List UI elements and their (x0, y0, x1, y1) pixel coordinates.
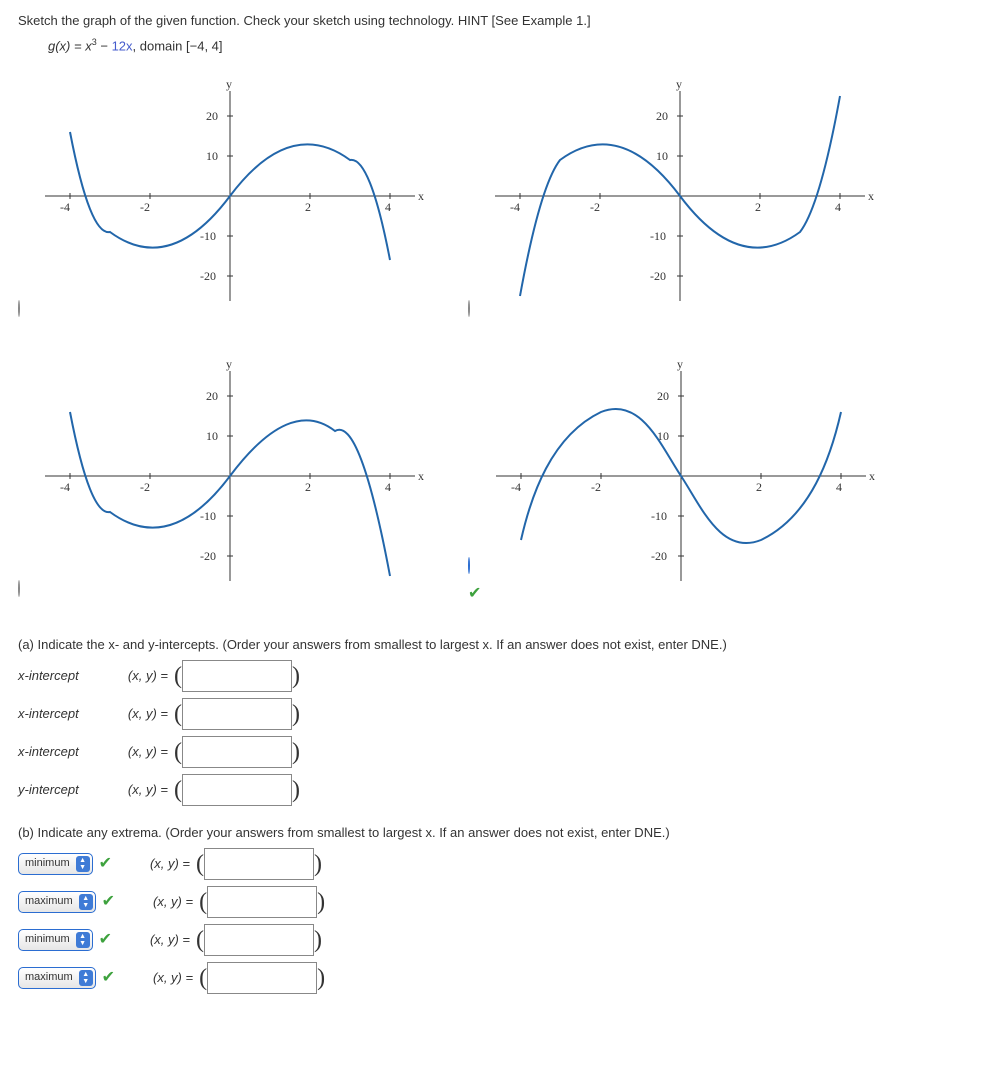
graph-option-3: x y -4 -2 2 4 20 10 -10 -20 (30, 361, 430, 591)
graph-radio-1[interactable] (18, 300, 20, 317)
svg-text:10: 10 (206, 149, 218, 163)
select-arrows-icon: ▲▼ (76, 856, 90, 872)
svg-text:2: 2 (305, 200, 311, 214)
graph-option-2: x y -4 -2 2 4 20 10 -10 -20 (480, 81, 880, 311)
intercept-input-2[interactable] (182, 736, 292, 768)
check-icon: ✔ (468, 585, 481, 602)
svg-text:2: 2 (756, 480, 762, 494)
select-value: maximum (25, 894, 73, 909)
intercept-label: y-intercept (18, 781, 108, 799)
svg-text:-20: -20 (650, 269, 666, 283)
graph-radio-4[interactable] (468, 557, 470, 574)
extrema-select-1[interactable]: maximum ▲▼ (18, 891, 96, 913)
svg-text:20: 20 (206, 389, 218, 403)
xy-label: (x, y) = (130, 855, 190, 873)
xy-label: (x, y) = (133, 969, 193, 987)
svg-text:-2: -2 (140, 200, 150, 214)
svg-text:-10: -10 (200, 229, 216, 243)
select-arrows-icon: ▲▼ (79, 970, 93, 986)
extrema-select-2[interactable]: minimum ▲▼ (18, 929, 93, 951)
question-function: g(x) = x3 − 12x, domain [−4, 4] (48, 36, 981, 56)
check-icon: ✔ (99, 929, 112, 951)
part-a-prompt: (a) Indicate the x- and y-intercepts. (O… (18, 636, 981, 654)
extrema-input-1[interactable] (207, 886, 317, 918)
svg-text:y: y (676, 81, 682, 91)
graph-radio-3[interactable] (18, 580, 20, 597)
svg-text:10: 10 (656, 149, 668, 163)
extrema-select-3[interactable]: maximum ▲▼ (18, 967, 96, 989)
svg-text:-10: -10 (650, 229, 666, 243)
svg-text:-4: -4 (60, 200, 70, 214)
svg-text:x: x (418, 469, 424, 483)
svg-text:-20: -20 (200, 269, 216, 283)
svg-text:-2: -2 (591, 480, 601, 494)
svg-text:-4: -4 (60, 480, 70, 494)
part-b-prompt: (b) Indicate any extrema. (Order your an… (18, 824, 981, 842)
select-arrows-icon: ▲▼ (79, 894, 93, 910)
svg-text:-4: -4 (511, 480, 521, 494)
xy-label: (x, y) = (108, 667, 168, 685)
xy-label: (x, y) = (108, 705, 168, 723)
intercept-label: x-intercept (18, 743, 108, 761)
svg-text:-4: -4 (510, 200, 520, 214)
xy-label: (x, y) = (108, 781, 168, 799)
graph-option-1: x y -4 -2 2 4 20 10 -10 -20 (30, 81, 430, 311)
svg-text:4: 4 (385, 200, 391, 214)
intercept-input-0[interactable] (182, 660, 292, 692)
intercept-label: x-intercept (18, 705, 108, 723)
select-value: minimum (25, 856, 70, 871)
svg-text:x: x (418, 189, 424, 203)
svg-text:4: 4 (385, 480, 391, 494)
svg-text:-10: -10 (651, 509, 667, 523)
check-icon: ✔ (99, 853, 112, 875)
extrema-input-2[interactable] (204, 924, 314, 956)
select-arrows-icon: ▲▼ (76, 932, 90, 948)
svg-text:y: y (677, 361, 683, 371)
xy-label: (x, y) = (130, 931, 190, 949)
svg-text:-20: -20 (200, 549, 216, 563)
graph-radio-2[interactable] (468, 300, 470, 317)
check-icon: ✔ (102, 967, 115, 989)
graph-options-grid: x y -4 -2 2 4 20 10 -10 -20 (18, 66, 981, 606)
svg-text:y: y (226, 81, 232, 91)
question-prompt: Sketch the graph of the given function. … (18, 12, 981, 30)
select-value: minimum (25, 932, 70, 947)
svg-text:2: 2 (305, 480, 311, 494)
svg-text:20: 20 (206, 109, 218, 123)
svg-text:20: 20 (657, 389, 669, 403)
svg-text:-20: -20 (651, 549, 667, 563)
svg-text:x: x (869, 469, 875, 483)
svg-text:x: x (868, 189, 874, 203)
graph-option-4: xy -4-2 24 2010 -10-20 (481, 361, 881, 591)
select-value: maximum (25, 970, 73, 985)
extrema-select-0[interactable]: minimum ▲▼ (18, 853, 93, 875)
extrema-input-0[interactable] (204, 848, 314, 880)
svg-text:2: 2 (755, 200, 761, 214)
svg-text:10: 10 (206, 429, 218, 443)
xy-label: (x, y) = (108, 743, 168, 761)
svg-text:4: 4 (836, 480, 842, 494)
intercept-label: x-intercept (18, 667, 108, 685)
check-icon: ✔ (102, 891, 115, 913)
svg-text:20: 20 (656, 109, 668, 123)
intercept-input-3[interactable] (182, 774, 292, 806)
xy-label: (x, y) = (133, 893, 193, 911)
svg-text:y: y (226, 361, 232, 371)
extrema-input-3[interactable] (207, 962, 317, 994)
svg-text:4: 4 (835, 200, 841, 214)
svg-text:-2: -2 (590, 200, 600, 214)
svg-text:-2: -2 (140, 480, 150, 494)
svg-text:-10: -10 (200, 509, 216, 523)
intercept-input-1[interactable] (182, 698, 292, 730)
